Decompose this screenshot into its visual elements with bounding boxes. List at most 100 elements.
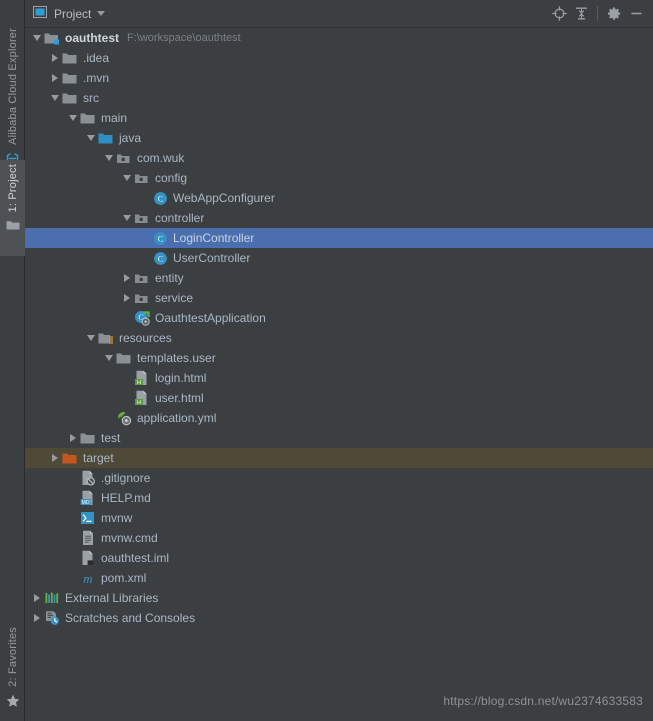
sidebar-tab-project[interactable]: 1: Project bbox=[0, 160, 25, 256]
tree-row-label: pom.xml bbox=[101, 571, 147, 585]
gitignore-file-icon bbox=[80, 470, 96, 486]
source-folder-icon bbox=[98, 130, 114, 146]
svg-text:C: C bbox=[157, 234, 163, 243]
tree-row[interactable]: oauthtest.iml bbox=[25, 548, 653, 568]
tool-window-stripe-left: Alibaba Cloud Explorer 1: Project 2: Fav… bbox=[0, 0, 25, 721]
locate-icon[interactable] bbox=[548, 3, 570, 25]
project-tree[interactable]: oauthtest F:\workspace\oauthtest .idea .mvn… bbox=[25, 28, 653, 721]
expand-arrow-icon[interactable] bbox=[49, 73, 60, 84]
tree-row[interactable]: oauthtest F:\workspace\oauthtest bbox=[25, 28, 653, 48]
folder-icon bbox=[62, 50, 78, 66]
expand-arrow-icon[interactable] bbox=[121, 293, 132, 304]
tree-row[interactable]: java bbox=[25, 128, 653, 148]
tree-row[interactable]: config bbox=[25, 168, 653, 188]
tree-row-label: resources bbox=[119, 331, 172, 345]
collapse-all-icon[interactable] bbox=[570, 3, 592, 25]
class-icon: C bbox=[152, 250, 168, 266]
tree-row-label: oauthtest.iml bbox=[101, 551, 170, 565]
tree-row-label: templates.user bbox=[137, 351, 216, 365]
tree-row-label: com.wuk bbox=[137, 151, 185, 165]
tree-row[interactable]: test bbox=[25, 428, 653, 448]
tool-window-header: Project bbox=[25, 0, 653, 28]
tree-row[interactable]: templates.user bbox=[25, 348, 653, 368]
folder-icon bbox=[80, 110, 96, 126]
tree-row[interactable]: application.yml bbox=[25, 408, 653, 428]
tree-row-label: application.yml bbox=[137, 411, 217, 425]
tree-row[interactable]: controller bbox=[25, 208, 653, 228]
tree-row-label: target bbox=[83, 451, 114, 465]
chevron-down-icon[interactable] bbox=[97, 11, 106, 16]
tree-row[interactable]: Hlogin.html bbox=[25, 368, 653, 388]
tree-row[interactable]: External Libraries bbox=[25, 588, 653, 608]
class-icon: C bbox=[152, 190, 168, 206]
collapse-arrow-icon[interactable] bbox=[85, 133, 96, 144]
tree-row[interactable]: m pom.xml bbox=[25, 568, 653, 588]
collapse-arrow-icon[interactable] bbox=[121, 173, 132, 184]
tree-row[interactable]: C UserController bbox=[25, 248, 653, 268]
gear-icon[interactable] bbox=[603, 3, 625, 25]
svg-text:C: C bbox=[157, 194, 163, 203]
tree-row-label: UserController bbox=[173, 251, 251, 265]
tree-row[interactable]: MD HELP.md bbox=[25, 488, 653, 508]
tree-row-label: HELP.md bbox=[101, 491, 151, 505]
tree-row[interactable]: entity bbox=[25, 268, 653, 288]
tree-row-label: External Libraries bbox=[65, 591, 159, 605]
collapse-arrow-icon[interactable] bbox=[67, 113, 78, 124]
minimize-icon[interactable] bbox=[625, 3, 647, 25]
watermark-text: https://blog.csdn.net/wu2374633583 bbox=[443, 694, 643, 708]
tree-row-label: WebAppConfigurer bbox=[173, 191, 275, 205]
project-view-icon bbox=[33, 5, 47, 22]
expand-arrow-icon[interactable] bbox=[121, 273, 132, 284]
scratches-icon bbox=[44, 610, 60, 626]
sidebar-tab-label: Alibaba Cloud Explorer bbox=[6, 28, 19, 145]
collapse-arrow-icon[interactable] bbox=[121, 213, 132, 224]
expand-arrow-icon[interactable] bbox=[31, 613, 42, 624]
tree-row[interactable]: Scratches and Consoles bbox=[25, 608, 653, 628]
expand-arrow-icon[interactable] bbox=[49, 453, 60, 464]
svg-text:MD: MD bbox=[82, 500, 90, 506]
tree-row[interactable]: mvnw.cmd bbox=[25, 528, 653, 548]
collapse-arrow-icon[interactable] bbox=[103, 153, 114, 164]
tree-row-path: F:\workspace\oauthtest bbox=[127, 32, 241, 44]
tree-row-label: user.html bbox=[155, 391, 204, 405]
tree-row[interactable]: .gitignore bbox=[25, 468, 653, 488]
sidebar-tab-alibaba-cloud-explorer[interactable]: Alibaba Cloud Explorer bbox=[0, 24, 25, 164]
project-panel: Project oauthtest F:\workspace\oauthtest… bbox=[25, 0, 653, 721]
toolbar-divider bbox=[597, 6, 598, 21]
tree-row[interactable]: com.wuk bbox=[25, 148, 653, 168]
expand-arrow-icon[interactable] bbox=[31, 593, 42, 604]
module-folder-icon bbox=[44, 30, 60, 46]
tree-row-label: .gitignore bbox=[101, 471, 151, 485]
collapse-arrow-icon[interactable] bbox=[85, 333, 96, 344]
collapse-arrow-icon[interactable] bbox=[31, 33, 42, 44]
folder-icon bbox=[62, 90, 78, 106]
tree-row[interactable]: Huser.html bbox=[25, 388, 653, 408]
tree-row[interactable]: resources bbox=[25, 328, 653, 348]
tree-row[interactable]: mvnw bbox=[25, 508, 653, 528]
html-file-icon: H bbox=[134, 370, 150, 386]
sidebar-tab-favorites[interactable]: 2: Favorites bbox=[0, 623, 25, 715]
runnable-class-icon: C bbox=[134, 310, 150, 326]
tree-row[interactable]: src bbox=[25, 88, 653, 108]
package-icon bbox=[134, 290, 150, 306]
collapse-arrow-icon[interactable] bbox=[103, 353, 114, 364]
tree-row[interactable]: main bbox=[25, 108, 653, 128]
expand-arrow-icon[interactable] bbox=[49, 53, 60, 64]
expand-arrow-icon[interactable] bbox=[67, 433, 78, 444]
tree-row[interactable]: .mvn bbox=[25, 68, 653, 88]
tree-row[interactable]: .idea bbox=[25, 48, 653, 68]
svg-text:m: m bbox=[83, 571, 92, 586]
tree-row[interactable]: target bbox=[25, 448, 653, 468]
tree-row[interactable]: C LoginController bbox=[25, 228, 653, 248]
folder-icon bbox=[6, 219, 20, 234]
tree-row[interactable]: C WebAppConfigurer bbox=[25, 188, 653, 208]
tree-row[interactable]: service bbox=[25, 288, 653, 308]
collapse-arrow-icon[interactable] bbox=[49, 93, 60, 104]
tree-row[interactable]: C OauthtestApplication bbox=[25, 308, 653, 328]
